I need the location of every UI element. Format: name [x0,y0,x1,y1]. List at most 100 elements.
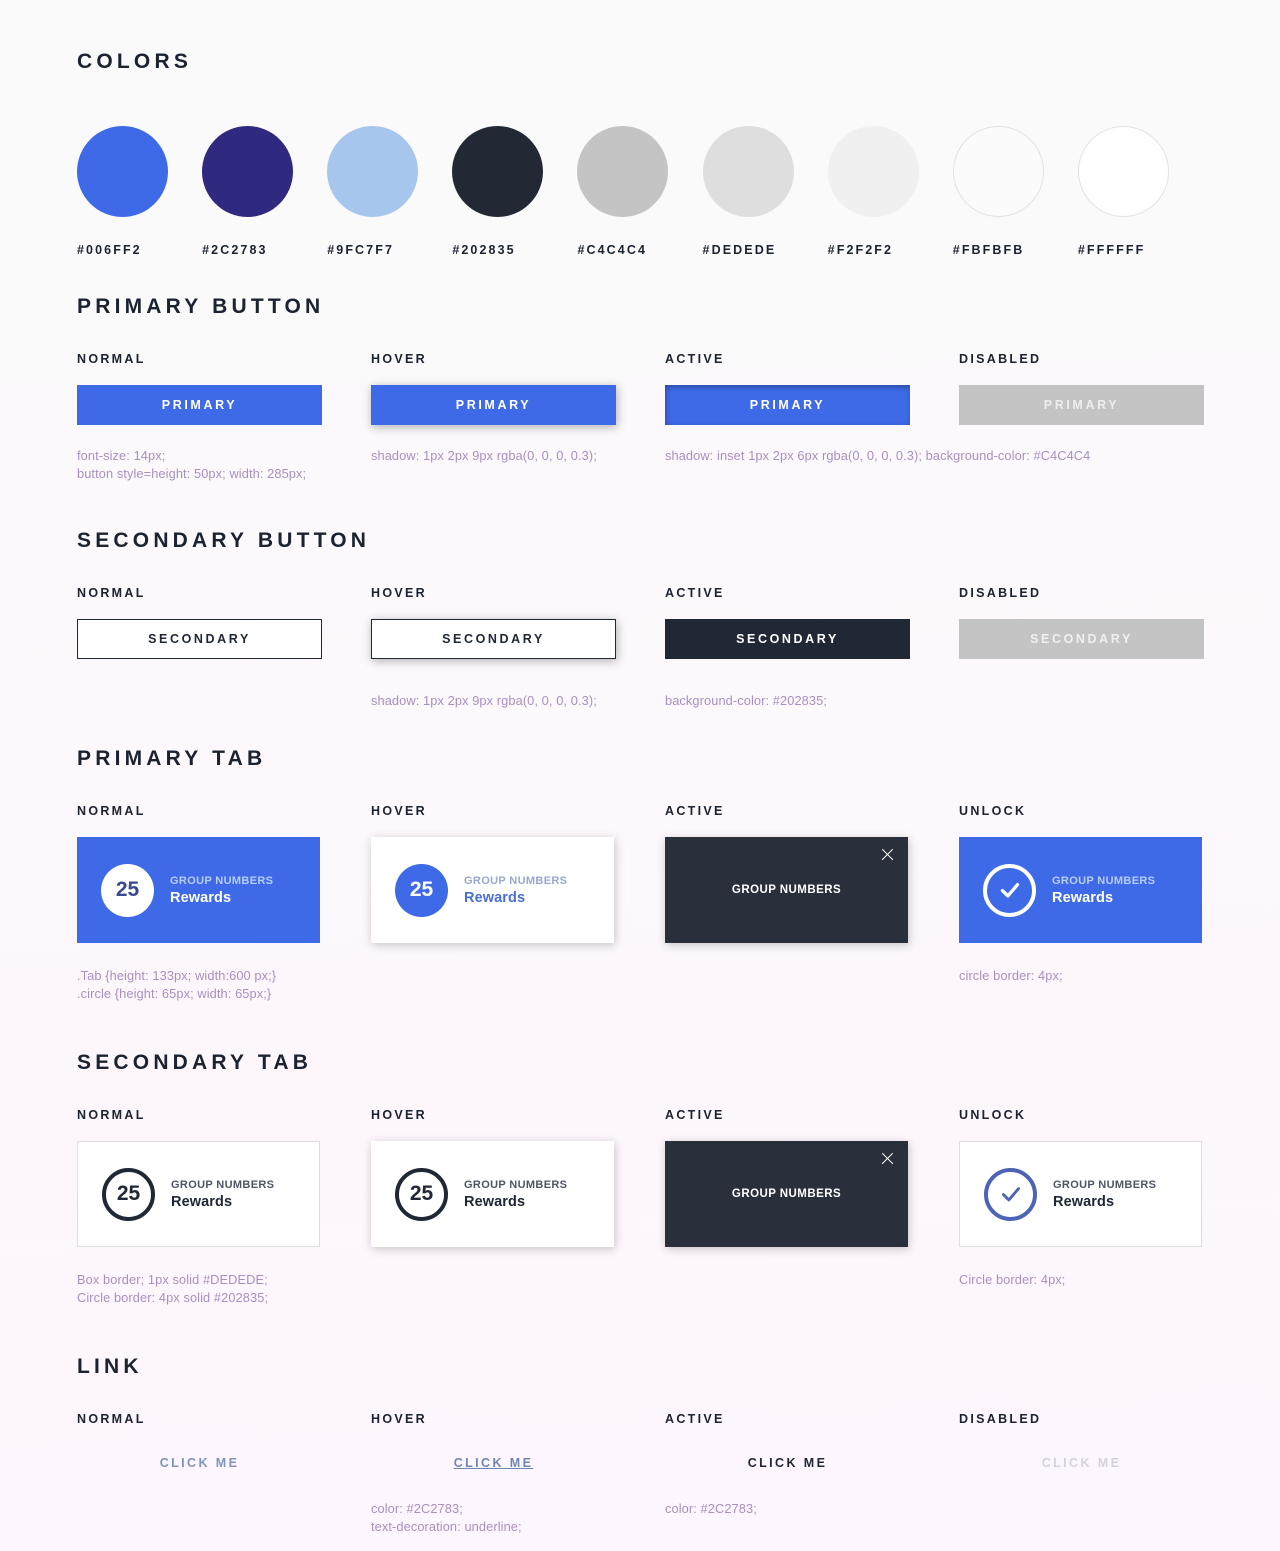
tab-text-block: GROUP NUMBERS Rewards [464,1179,567,1210]
click-me-link: CLICK ME [1041,1456,1122,1470]
close-icon[interactable] [880,1151,895,1166]
primary-tab-unlock: UNLOCK GROUP NUMBERS Rewards circle bord… [959,804,1253,1002]
color-dot [452,126,544,217]
section-title-primary-button: PRIMARY BUTTON [77,295,325,318]
spec-note: shadow: 1px 2px 9px rgba(0, 0, 0, 0.3); [371,448,597,463]
primary-tab-active: ACTIVE GROUP NUMBERS [665,804,959,1002]
color-hex-label: #DEDEDE [702,243,777,257]
spec-note: background-color: #202835; [665,693,827,708]
secondary-button-states: NORMAL SECONDARY HOVER SECONDARY shadow:… [77,586,1204,710]
secondary-button[interactable]: SECONDARY [77,619,322,659]
primary-tab[interactable]: GROUP NUMBERS Rewards [959,837,1202,943]
secondary-tab[interactable]: 25 GROUP NUMBERS Rewards [77,1141,320,1247]
color-hex-label: #F2F2F2 [827,243,894,257]
secondary-button[interactable]: SECONDARY [665,619,910,659]
primary-button-normal: NORMAL PRIMARY font-size: 14px; button s… [77,352,371,482]
tab-eyebrow: GROUP NUMBERS [171,1178,275,1191]
tab-title: Rewards [171,1193,233,1210]
color-hex-label: #2C2783 [202,243,268,257]
state-label: DISABLED [959,352,1042,366]
tab-text-block: GROUP NUMBERS Rewards [1053,1179,1156,1210]
state-label: DISABLED [959,1412,1042,1426]
color-dot [77,126,168,217]
spec-note: color: #2C2783; text-decoration: underli… [371,1501,522,1534]
link-wrapper: CLICK ME [77,1452,322,1474]
tab-eyebrow: GROUP NUMBERS [464,1178,568,1191]
tab-title: Rewards [1053,1193,1115,1210]
secondary-button[interactable]: SECONDARY [371,619,616,659]
color-swatch: #2C2783 [202,126,327,257]
state-label: HOVER [371,1412,427,1426]
primary-tab[interactable]: 25 GROUP NUMBERS Rewards [77,837,320,943]
tab-center-label: GROUP NUMBERS [731,884,842,896]
spec-note: Circle border: 4px; [959,1272,1066,1287]
primary-tab-states: NORMAL 25 GROUP NUMBERS Rewards .Tab {he… [77,804,1203,1002]
link-disabled: DISABLED CLICK ME [959,1412,1253,1535]
click-me-link[interactable]: CLICK ME [160,1456,240,1470]
state-label: NORMAL [77,586,146,600]
secondary-tab[interactable]: 25 GROUP NUMBERS Rewards [371,1141,614,1247]
primary-button-hover: HOVER PRIMARY shadow: 1px 2px 9px rgba(0… [371,352,665,482]
spec-note: color: #2C2783; [665,1501,757,1516]
state-label: ACTIVE [665,804,725,818]
primary-button-active: ACTIVE PRIMARY shadow: inset 1px 2px 6px… [665,352,1090,482]
tab-eyebrow: GROUP NUMBERS [464,874,568,887]
color-hex-label: #9FC7F7 [327,243,395,257]
click-me-link[interactable]: CLICK ME [454,1456,534,1470]
color-swatch: #006FF2 [77,126,202,257]
secondary-button: SECONDARY [959,619,1204,659]
state-label: NORMAL [77,1412,146,1426]
primary-tab-hover: HOVER 25 GROUP NUMBERS Rewards [371,804,665,1002]
primary-button[interactable]: PRIMARY [77,385,322,425]
state-label: ACTIVE [665,586,725,600]
color-dot [702,126,794,217]
secondary-tab[interactable]: GROUP NUMBERS Rewards [959,1141,1202,1247]
check-icon [1000,882,1019,898]
secondary-tab-hover: HOVER 25 GROUP NUMBERS Rewards [371,1108,665,1306]
link-section: LINK NORMAL CLICK ME HOVER CLICK ME colo… [77,1355,1203,1535]
tab-text-block: GROUP NUMBERS Rewards [1052,875,1155,906]
click-me-link[interactable]: CLICK ME [748,1456,828,1470]
state-label: NORMAL [77,804,146,818]
secondary-tab-section: SECONDARY TAB NORMAL 25 GROUP NUMBERS Re… [77,1051,1203,1306]
link-normal: NORMAL CLICK ME [77,1412,371,1535]
spec-note: Box border; 1px solid #DEDEDE; Circle bo… [77,1272,269,1305]
primary-button[interactable]: PRIMARY [665,385,910,425]
check-icon [1001,1187,1020,1202]
tab-eyebrow: GROUP NUMBERS [1052,874,1156,887]
primary-tab[interactable]: GROUP NUMBERS [665,837,908,943]
color-dot [827,126,919,217]
tab-text-block: GROUP NUMBERS Rewards [464,875,567,906]
tab-badge-circle: 25 [395,1167,448,1221]
section-title-secondary-tab: SECONDARY TAB [77,1051,313,1074]
tab-eyebrow: GROUP NUMBERS [1053,1178,1157,1191]
spec-note: font-size: 14px; button style=height: 50… [77,448,307,481]
secondary-button-hover: HOVER SECONDARY shadow: 1px 2px 9px rgba… [371,586,665,710]
state-label: UNLOCK [959,804,1027,818]
primary-button[interactable]: PRIMARY [371,385,616,425]
link-wrapper: CLICK ME [665,1452,910,1474]
secondary-button-disabled: DISABLED SECONDARY [959,586,1253,710]
spec-note: .Tab {height: 133px; width:600 px;} .cir… [77,968,277,1001]
color-dot [952,126,1044,217]
close-icon[interactable] [880,847,895,862]
secondary-tab[interactable]: GROUP NUMBERS [665,1141,908,1247]
primary-button-section: PRIMARY BUTTON NORMAL PRIMARY font-size:… [77,295,1204,482]
tab-badge-circle: 25 [395,863,448,917]
tab-eyebrow: GROUP NUMBERS [170,874,274,887]
color-dot [202,126,294,217]
link-wrapper: CLICK ME [371,1452,616,1474]
tab-center-label: GROUP NUMBERS [731,1188,842,1200]
primary-tab[interactable]: 25 GROUP NUMBERS Rewards [371,837,614,943]
tab-text-block: GROUP NUMBERS Rewards [170,875,273,906]
section-title-secondary-button: SECONDARY BUTTON [77,529,371,552]
tab-badge-circle [984,1167,1037,1221]
color-hex-label: #C4C4C4 [577,243,648,257]
link-wrapper: CLICK ME [959,1452,1204,1474]
link-active: ACTIVE CLICK ME color: #2C2783; [665,1412,959,1535]
secondary-button-section: SECONDARY BUTTON NORMAL SECONDARY HOVER … [77,529,1204,710]
tab-badge-circle: 25 [102,1167,155,1221]
color-swatch: #FFFFFF [1077,126,1203,257]
color-hex-label: #FBFBFB [952,243,1025,257]
state-label: ACTIVE [665,352,725,366]
